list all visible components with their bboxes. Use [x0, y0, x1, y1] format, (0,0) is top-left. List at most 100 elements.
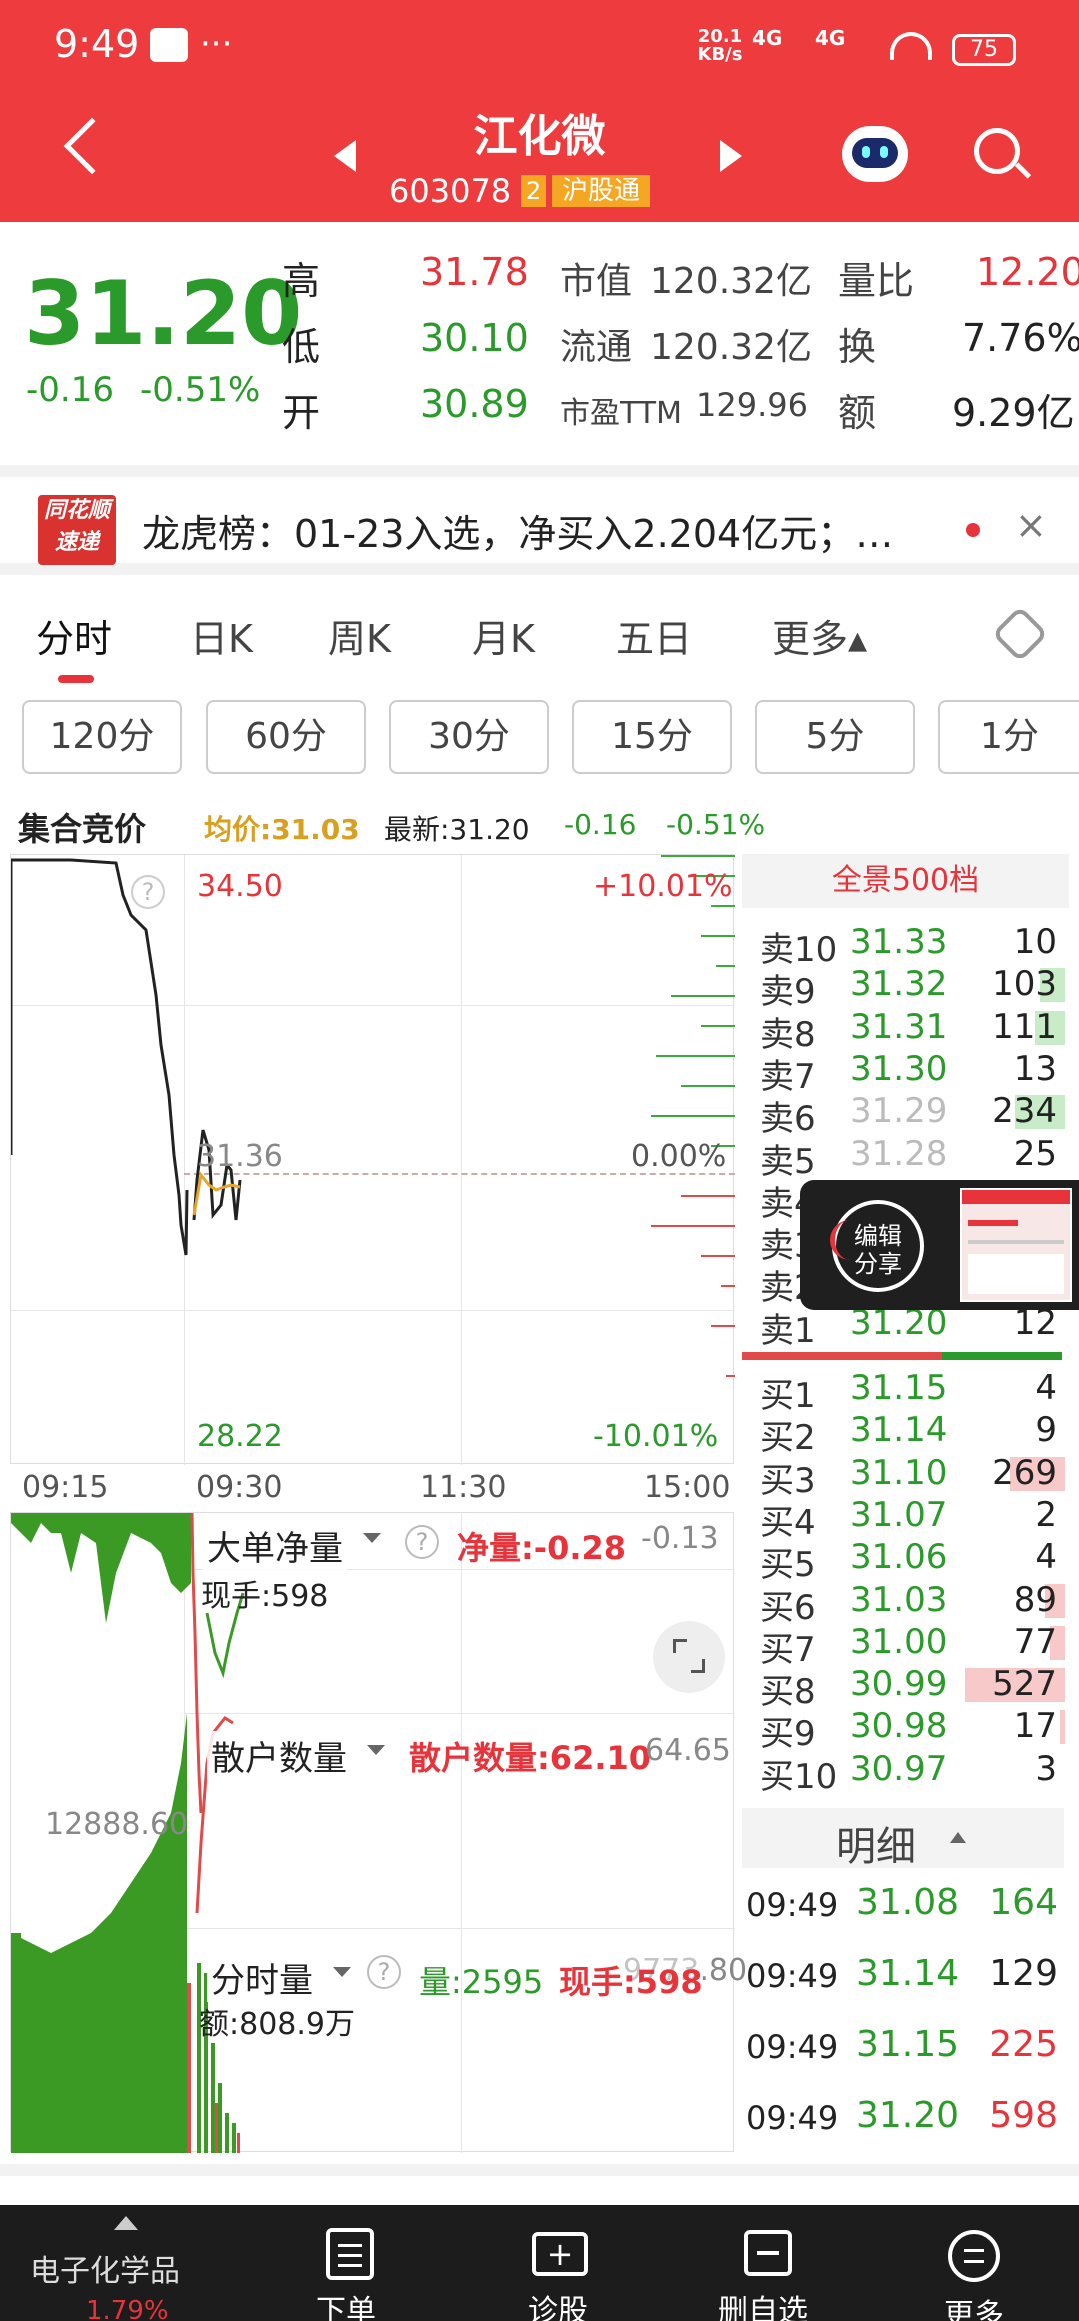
ask-row[interactable]: 卖8 31.31 111 — [760, 1006, 1065, 1055]
search-icon[interactable] — [974, 128, 1020, 174]
ind3-sub: 额:808.9万 — [199, 2007, 355, 2042]
stock-name: 江化微 — [473, 111, 606, 162]
tab-weekly-k[interactable]: 周K — [328, 608, 391, 663]
mcap-value: 120.32亿 — [650, 261, 812, 302]
price-mid: 31.36 — [197, 1139, 283, 1174]
ask-row[interactable]: 卖6 31.29 234 — [760, 1091, 1065, 1139]
ind1-dropdown-icon[interactable] — [363, 1533, 381, 1543]
ask-row[interactable]: 卖9 31.32 103 — [760, 964, 1065, 1012]
ind2-label[interactable]: 散户数量 — [207, 1731, 351, 1780]
ask-volume: 13 — [1013, 1048, 1057, 1089]
bid-row[interactable]: 买7 31.00 77 — [760, 1621, 1065, 1670]
period-60[interactable]: 60分 — [206, 700, 366, 774]
bid-volume: 4 — [1035, 1368, 1057, 1408]
detail-title: 明细 — [836, 1824, 916, 1870]
detail-collapse-icon[interactable] — [950, 1832, 966, 1843]
vr-value: 12.20 — [976, 250, 1079, 294]
bid-volume: 2 — [1035, 1494, 1057, 1535]
orderbook-title[interactable]: 全景500档 — [742, 854, 1069, 908]
detail-volume: 164 — [989, 1882, 1058, 1923]
pe-label: 市盈TTM — [560, 396, 683, 431]
share-floating[interactable]: 编辑 分享 — [800, 1180, 1079, 1310]
amount-label: 额 — [838, 391, 877, 435]
bid-row[interactable]: 买1 31.15 4 — [760, 1368, 1065, 1416]
bid-row[interactable]: 买10 30.97 3 — [760, 1748, 1065, 1797]
logo-bottom: 速递 — [54, 530, 99, 555]
ask-price: 31.31 — [850, 1006, 948, 1047]
bid-row[interactable]: 买3 31.10 269 — [760, 1453, 1065, 1501]
detail-header[interactable]: 明细 — [742, 1808, 1064, 1870]
period-30[interactable]: 30分 — [389, 700, 549, 774]
ind3-dropdown-icon[interactable] — [333, 1967, 351, 1977]
diagnose-icon[interactable]: + — [532, 2232, 588, 2276]
open-value: 30.89 — [420, 382, 529, 426]
close-icon[interactable]: × — [1015, 503, 1047, 547]
ind1-help-icon[interactable]: ? — [405, 1525, 439, 1559]
period-1[interactable]: 1分 — [938, 700, 1079, 774]
ask-volume: 10 — [1013, 922, 1057, 962]
bid-volume: 527 — [992, 1664, 1057, 1705]
signal2-icon: 4G — [815, 26, 846, 50]
ths-logo: 同花顺 速递 — [38, 495, 116, 565]
tab-intraday[interactable]: 分时 — [36, 608, 112, 663]
bid-row[interactable]: 买2 31.14 9 — [760, 1410, 1065, 1458]
bid-price: 31.15 — [850, 1368, 948, 1408]
tab-five-day[interactable]: 五日 — [616, 608, 692, 663]
ask-row[interactable]: 卖10 31.33 10 — [760, 922, 1065, 970]
sector-name[interactable]: 电子化学品 — [30, 2246, 180, 2290]
price-change: -0.16 — [26, 370, 114, 410]
tab-more[interactable]: 更多▴ — [772, 608, 867, 663]
bid-price: 31.00 — [850, 1621, 948, 1662]
next-stock-icon[interactable] — [720, 140, 742, 172]
more-icon[interactable] — [948, 2230, 1000, 2282]
ask-row[interactable]: 卖7 31.30 13 — [760, 1048, 1065, 1097]
order-icon[interactable] — [326, 2228, 374, 2280]
nav-remove-watch[interactable]: 删自选 — [718, 2286, 808, 2321]
bid-price: 30.98 — [850, 1706, 948, 1747]
help-icon[interactable]: ? — [131, 875, 165, 909]
bid-row[interactable]: 买8 30.99 527 — [760, 1664, 1065, 1712]
period-15[interactable]: 15分 — [572, 700, 732, 774]
latest-chg: -0.16 — [564, 808, 637, 841]
ask-row[interactable]: 卖5 31.28 25 — [760, 1133, 1065, 1182]
nav-diagnose[interactable]: 诊股 — [528, 2286, 588, 2321]
period-120[interactable]: 120分 — [22, 700, 182, 774]
bid-row[interactable]: 买5 31.06 4 — [760, 1537, 1065, 1585]
bid-row[interactable]: 买9 30.98 17 — [760, 1706, 1065, 1754]
nav-order[interactable]: 下单 — [316, 2286, 376, 2321]
amount-value: 9.29亿 — [952, 391, 1075, 435]
tab-monthly-k[interactable]: 月K — [472, 608, 535, 663]
remove-watch-icon[interactable] — [744, 2230, 792, 2276]
period-5[interactable]: 5分 — [755, 700, 915, 774]
settings-icon[interactable] — [991, 605, 1049, 663]
ind3-label[interactable]: 分时量 — [207, 1953, 317, 2002]
price-bottom-pct: -10.01% — [593, 1419, 719, 1454]
ask-level-label: 卖1 — [760, 1310, 816, 1351]
ind1-label[interactable]: 大单净量 — [203, 1521, 347, 1570]
sector-expand-icon[interactable] — [114, 2216, 138, 2230]
time-1130: 11:30 — [420, 1470, 507, 1505]
latest-price: 最新:31.20 — [384, 813, 530, 846]
ask-price: 31.28 — [850, 1133, 948, 1174]
indicator-panel[interactable]: 大单净量 ? 净量:-0.28 -0.13 现手:598 散户数量 散户数量:6… — [10, 1512, 747, 2153]
low-value: 30.10 — [420, 316, 529, 360]
ind2-dropdown-icon[interactable] — [367, 1745, 385, 1755]
nav-more[interactable]: 更多 — [944, 2290, 1004, 2321]
ind1-sub: 现手:598 — [201, 1579, 329, 1614]
bid-row[interactable]: 买4 31.07 2 — [760, 1494, 1065, 1543]
detail-price: 31.20 — [856, 2095, 960, 2136]
screenshot-thumbnail[interactable] — [960, 1188, 1072, 1302]
news-banner[interactable]: 同花顺 速递 龙虎榜：01-23入选，净买入2.204亿元；… × — [0, 465, 1079, 575]
intraday-chart[interactable]: ? 34.50 +10.01% 31.36 0.00% 28.22 -10.01… — [10, 854, 735, 1465]
ask-price: 31.30 — [850, 1048, 948, 1089]
robot-icon[interactable] — [842, 126, 908, 182]
fullscreen-icon[interactable] — [653, 1621, 725, 1693]
ind3-help-icon[interactable]: ? — [367, 1955, 401, 1989]
logo-top: 同花顺 — [43, 498, 110, 523]
bid-row[interactable]: 买6 31.03 89 — [760, 1580, 1065, 1628]
left-axis-value: 12888.60 — [45, 1807, 189, 1842]
tab-daily-k[interactable]: 日K — [190, 608, 253, 663]
bid-volume: 9 — [1035, 1410, 1057, 1451]
bid-volume: 3 — [1035, 1748, 1057, 1789]
mcap-label: 市值 — [560, 261, 633, 302]
